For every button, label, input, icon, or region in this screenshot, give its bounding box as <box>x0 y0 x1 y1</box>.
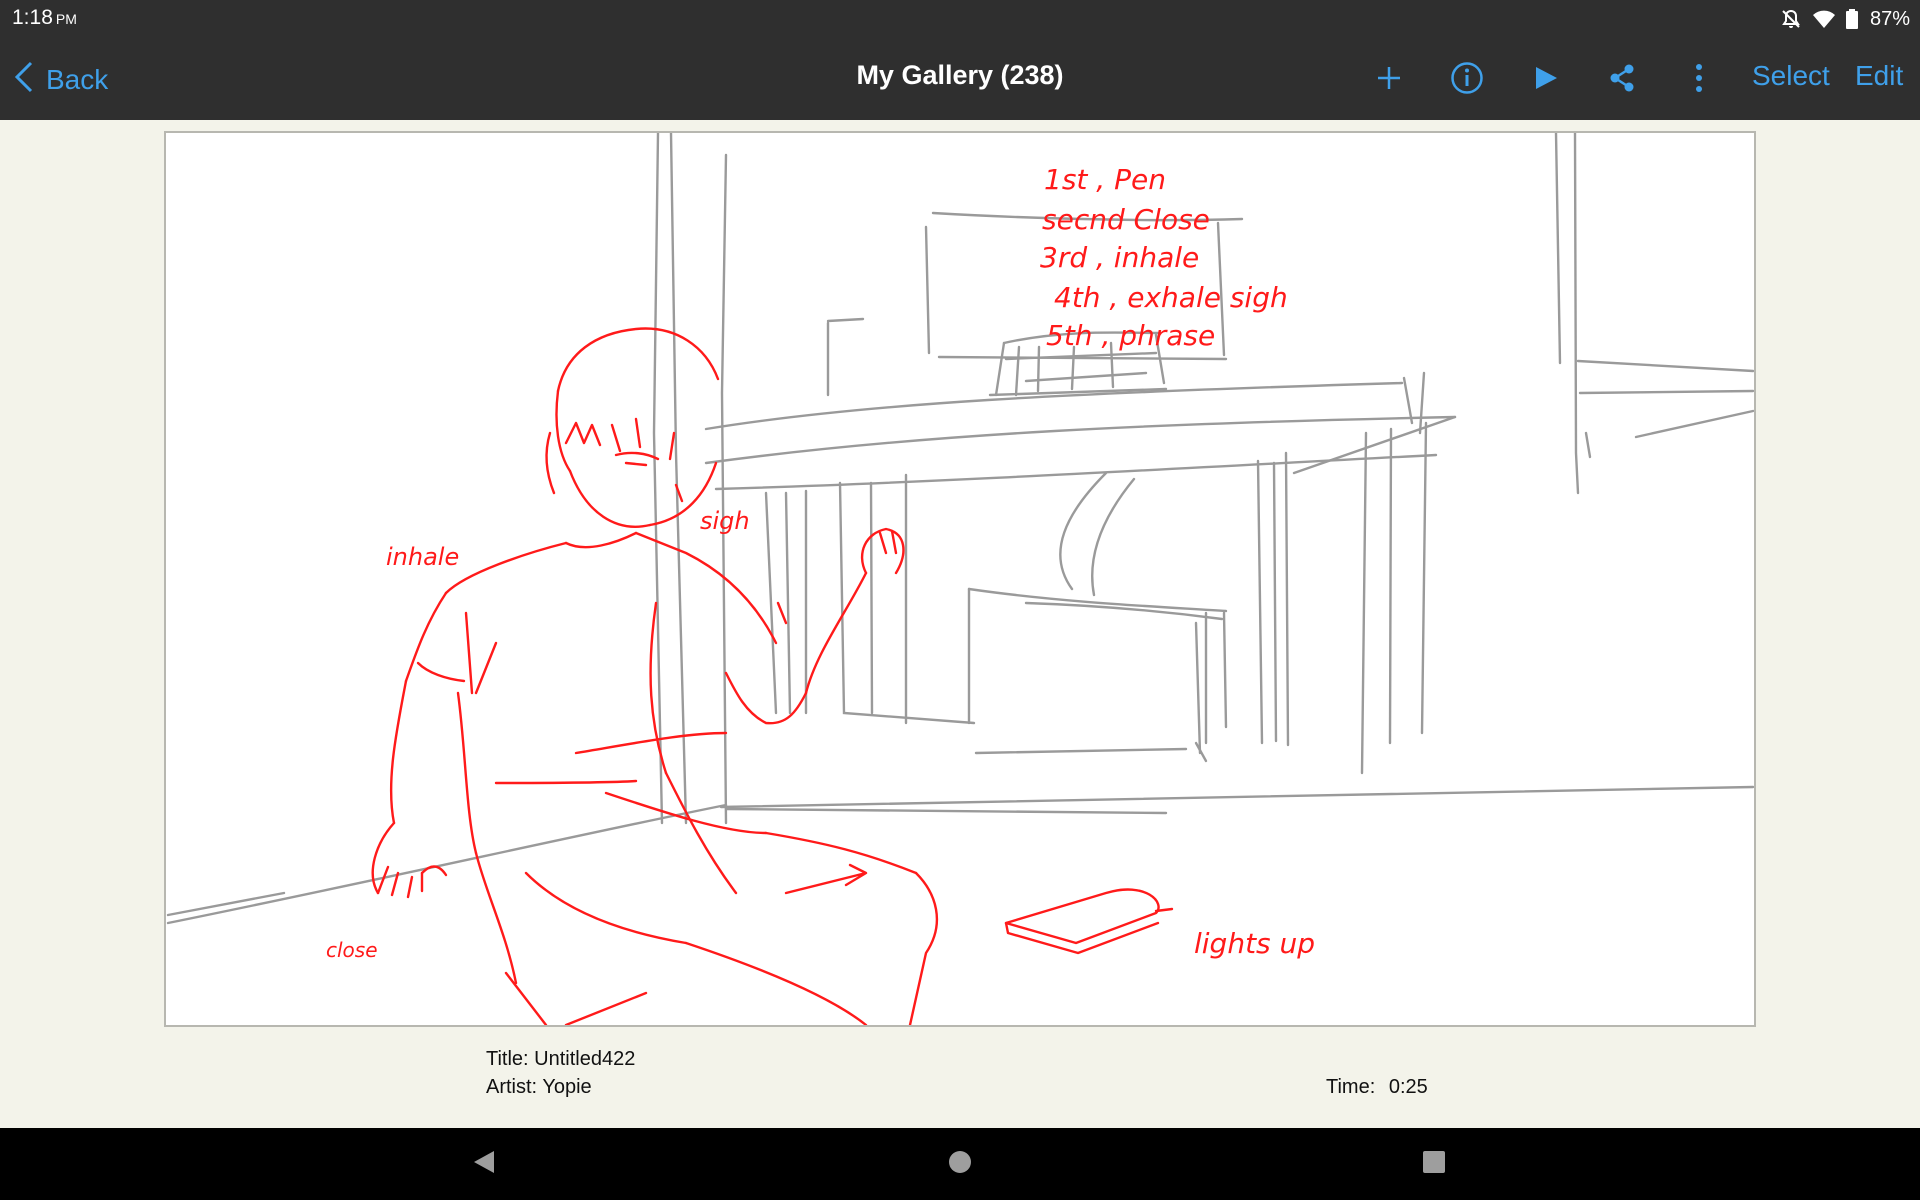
info-button[interactable] <box>1445 58 1489 102</box>
play-icon <box>1532 64 1560 97</box>
annotation-inhale: inhale <box>386 543 459 571</box>
add-button[interactable] <box>1367 58 1411 102</box>
title-row: Title: Untitled422 <box>486 1048 635 1071</box>
square-recents-icon <box>1422 1150 1446 1179</box>
ink-figure <box>371 327 1174 1025</box>
triangle-back-icon <box>472 1149 496 1180</box>
mute-icon <box>1780 8 1802 30</box>
wifi-icon <box>1812 9 1836 29</box>
battery-percent: 87% <box>1869 7 1910 30</box>
status-clock: 1:18 PM <box>12 6 77 30</box>
annotation-step-5: 5th , phrase <box>1046 319 1215 352</box>
time-row: Time: 0:25 <box>1326 1076 1428 1099</box>
circle-home-icon <box>947 1149 973 1180</box>
annotation-step-4: 4th , exhale sigh <box>1054 281 1288 314</box>
edit-button[interactable]: Edit <box>1855 60 1903 92</box>
annotation-close: close <box>326 938 378 962</box>
annotation-step-3: 3rd , inhale <box>1040 241 1199 274</box>
more-vert-icon <box>1694 63 1704 98</box>
app-toolbar: Back My Gallery (238) Select Edit <box>0 38 1920 120</box>
nav-back-button[interactable] <box>466 1146 502 1182</box>
share-button[interactable] <box>1600 58 1644 102</box>
artist-row: Artist: Yopie <box>486 1076 592 1099</box>
add-icon <box>1375 64 1403 97</box>
back-button[interactable]: Back <box>14 60 108 100</box>
time-value: 0:25 <box>1388 1076 1428 1098</box>
nav-home-button[interactable] <box>942 1146 978 1182</box>
info-icon <box>1450 61 1484 100</box>
system-nav-bar <box>0 1128 1920 1200</box>
annotation-lights-up: lights up <box>1194 927 1315 960</box>
annotation-step-2: secnd Close <box>1042 203 1210 236</box>
chevron-left-icon <box>14 61 46 100</box>
status-icons: 87% <box>1780 5 1910 33</box>
play-button[interactable] <box>1524 58 1568 102</box>
artwork-canvas[interactable]: 1st , Pen secnd Close 3rd , inhale 4th ,… <box>164 131 1756 1027</box>
artist-value: Yopie <box>542 1076 592 1098</box>
time-label: Time: <box>1326 1076 1376 1098</box>
status-ampm: PM <box>55 11 77 27</box>
status-bar: 1:18 PM 87% <box>0 0 1920 38</box>
nav-recents-button[interactable] <box>1416 1146 1452 1182</box>
title-label: Title: <box>486 1048 529 1070</box>
title-value: Untitled422 <box>534 1048 636 1070</box>
annotation-sigh: sigh <box>700 507 750 535</box>
sketch-drawing: 1st , Pen secnd Close 3rd , inhale 4th ,… <box>166 133 1754 1025</box>
more-button[interactable] <box>1677 58 1721 102</box>
artist-label: Artist: <box>486 1076 538 1098</box>
select-button[interactable]: Select <box>1752 60 1830 92</box>
annotation-step-1: 1st , Pen <box>1044 163 1166 196</box>
status-time: 1:18 <box>12 6 53 29</box>
share-icon <box>1607 63 1637 98</box>
pencil-background <box>166 133 1754 925</box>
battery-icon <box>1845 9 1858 29</box>
back-label: Back <box>46 64 109 95</box>
